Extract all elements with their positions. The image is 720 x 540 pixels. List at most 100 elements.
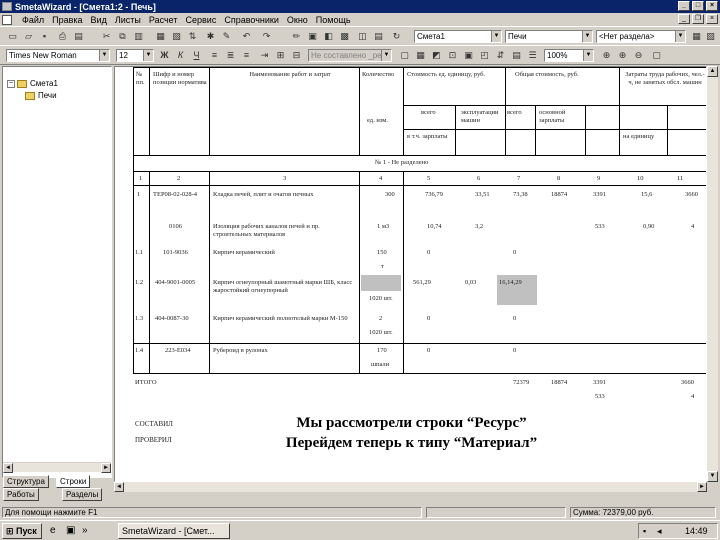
wrap-icon[interactable]: ⇥ [258, 49, 271, 62]
menu-file[interactable]: Файл [18, 15, 48, 25]
copy-icon[interactable]: ⧉ [116, 30, 129, 43]
page-setup-icon[interactable]: ▢ [398, 49, 411, 62]
print-area-icon[interactable]: ▣ [462, 49, 475, 62]
list-icon[interactable]: ☰ [526, 49, 539, 62]
volume-icon[interactable]: ◂ [657, 524, 662, 538]
print-icon[interactable]: ⎙ [56, 30, 69, 43]
zoom-combo[interactable]: 100% ▼ [544, 49, 594, 62]
scroll-up-icon[interactable]: ▲ [707, 66, 718, 77]
wizard-icon[interactable]: ✱ [204, 30, 217, 43]
scroll-left-icon[interactable]: ◄ [114, 482, 124, 492]
close-button[interactable]: × [706, 1, 718, 11]
fit-icon[interactable]: ◰ [478, 49, 491, 62]
pencil-icon[interactable]: ✏ [290, 30, 303, 43]
fill-icon[interactable]: ◩ [430, 49, 443, 62]
chevron-down-icon[interactable]: ▼ [675, 31, 685, 42]
menu-edit[interactable]: Правка [48, 15, 86, 25]
vertical-scrollbar[interactable]: ▲ ▼ [707, 66, 718, 482]
move-icon[interactable]: ⇅ [186, 30, 199, 43]
align-left-icon[interactable]: ≡ [208, 49, 221, 62]
new-file-icon[interactable]: ▭ [6, 30, 19, 43]
estimate-document[interactable]: № пп. Шифр и номер позиции норматива Наи… [114, 66, 707, 482]
tree-node-sheet[interactable]: Печи [25, 91, 57, 100]
grid-icon[interactable]: ▦ [414, 49, 427, 62]
mdi-minimize-button[interactable]: _ [678, 14, 690, 24]
menu-service[interactable]: Сервис [182, 15, 221, 25]
sheet-combo[interactable]: Печи ▼ [505, 30, 593, 43]
catalog-icon[interactable]: ▣ [306, 30, 319, 43]
lock-icon[interactable]: ⊡ [446, 49, 459, 62]
menu-help[interactable]: Помощь [312, 15, 355, 25]
desktop-icon[interactable]: ▣ [66, 525, 75, 536]
quicklaunch-more-icon[interactable]: » [82, 525, 88, 536]
delete-row-icon[interactable]: ▧ [170, 30, 183, 43]
tab-sections[interactable]: Разделы [62, 488, 103, 501]
menu-directories[interactable]: Справочники [220, 15, 283, 25]
underline-icon[interactable]: Ч [190, 49, 203, 62]
scroll-right-icon[interactable]: ► [697, 482, 707, 492]
refresh-icon[interactable]: ↻ [390, 30, 403, 43]
section-edit-icon[interactable]: ▧ [704, 30, 717, 43]
minimize-button[interactable]: _ [678, 1, 690, 11]
maximize-button[interactable]: □ [692, 1, 704, 11]
sort-icon[interactable]: ⇵ [494, 49, 507, 62]
save-icon[interactable]: ▪ [38, 30, 51, 43]
bold-icon[interactable]: Ж [158, 49, 171, 62]
chevron-down-icon[interactable]: ▼ [583, 50, 593, 61]
taskbar-item-smetawizard[interactable]: SmetaWizard - [Смет... [118, 523, 230, 539]
style-combo[interactable]: Не составлено _рег ▼ [308, 49, 392, 62]
menu-window[interactable]: Окно [283, 15, 312, 25]
collapse-icon[interactable]: − [7, 79, 15, 88]
merge-icon[interactable]: ⊟ [290, 49, 303, 62]
tab-structure[interactable]: Структура [3, 475, 49, 488]
chevron-down-icon[interactable]: ▼ [582, 31, 592, 42]
chevron-down-icon[interactable]: ▼ [381, 50, 391, 61]
tab-rows[interactable]: Строки [56, 475, 91, 488]
scroll-right-icon[interactable]: ► [101, 463, 111, 473]
align-right-icon[interactable]: ≡ [240, 49, 253, 62]
mdi-close-button[interactable]: × [706, 14, 718, 24]
page-view-icon[interactable]: ▢ [650, 49, 663, 62]
sheet-icon[interactable]: ▤ [372, 30, 385, 43]
undo-icon[interactable]: ↶ [240, 30, 253, 43]
menu-sheets[interactable]: Листы [111, 15, 145, 25]
calc-icon[interactable]: ▩ [338, 30, 351, 43]
open-folder-icon[interactable]: ▱ [22, 30, 35, 43]
tools-icon[interactable]: ✎ [220, 30, 233, 43]
horizontal-scrollbar[interactable]: ◄ ► [114, 482, 707, 492]
start-button[interactable]: ⊞ Пуск [2, 523, 42, 539]
menu-calc[interactable]: Расчет [145, 15, 182, 25]
chevron-down-icon[interactable]: ▼ [99, 50, 109, 61]
align-center-icon[interactable]: ≣ [224, 49, 237, 62]
tab-works[interactable]: Работы [3, 488, 39, 501]
clock[interactable]: 14:49 [685, 524, 708, 538]
ie-icon[interactable]: e [50, 525, 56, 536]
cut-icon[interactable]: ✂ [100, 30, 113, 43]
mdi-restore-button[interactable]: ❐ [692, 14, 704, 24]
italic-icon[interactable]: К [174, 49, 187, 62]
tree-horizontal-scrollbar[interactable]: ◄ ► [3, 462, 111, 473]
menu-view[interactable]: Вид [87, 15, 111, 25]
redo-icon[interactable]: ↷ [260, 30, 273, 43]
network-icon[interactable]: ▪ [643, 524, 646, 538]
font-combo[interactable]: Times New Roman ▼ [6, 49, 110, 62]
borders-icon[interactable]: ⊞ [274, 49, 287, 62]
zoom-fit-icon[interactable]: ⊕ [600, 49, 613, 62]
section-combo[interactable]: <Нет раздела> ▼ [596, 30, 686, 43]
resource-icon[interactable]: ◧ [322, 30, 335, 43]
scroll-left-icon[interactable]: ◄ [3, 463, 13, 473]
chevron-down-icon[interactable]: ▼ [143, 50, 153, 61]
section-add-icon[interactable]: ▦ [690, 30, 703, 43]
chart-icon[interactable]: ◫ [356, 30, 369, 43]
scroll-down-icon[interactable]: ▼ [707, 471, 718, 482]
zoom-in-icon[interactable]: ⊕ [616, 49, 629, 62]
preview-icon[interactable]: ▤ [72, 30, 85, 43]
estimate-combo[interactable]: Смета1 ▼ [414, 30, 502, 43]
table-icon[interactable]: ▤ [510, 49, 523, 62]
tree-node-estimate[interactable]: − Смета1 [7, 79, 58, 88]
font-size-combo[interactable]: 12 ▼ [116, 49, 154, 62]
insert-row-icon[interactable]: ▦ [154, 30, 167, 43]
zoom-out-icon[interactable]: ⊖ [632, 49, 645, 62]
chevron-down-icon[interactable]: ▼ [491, 31, 501, 42]
paste-icon[interactable]: ▥ [132, 30, 145, 43]
